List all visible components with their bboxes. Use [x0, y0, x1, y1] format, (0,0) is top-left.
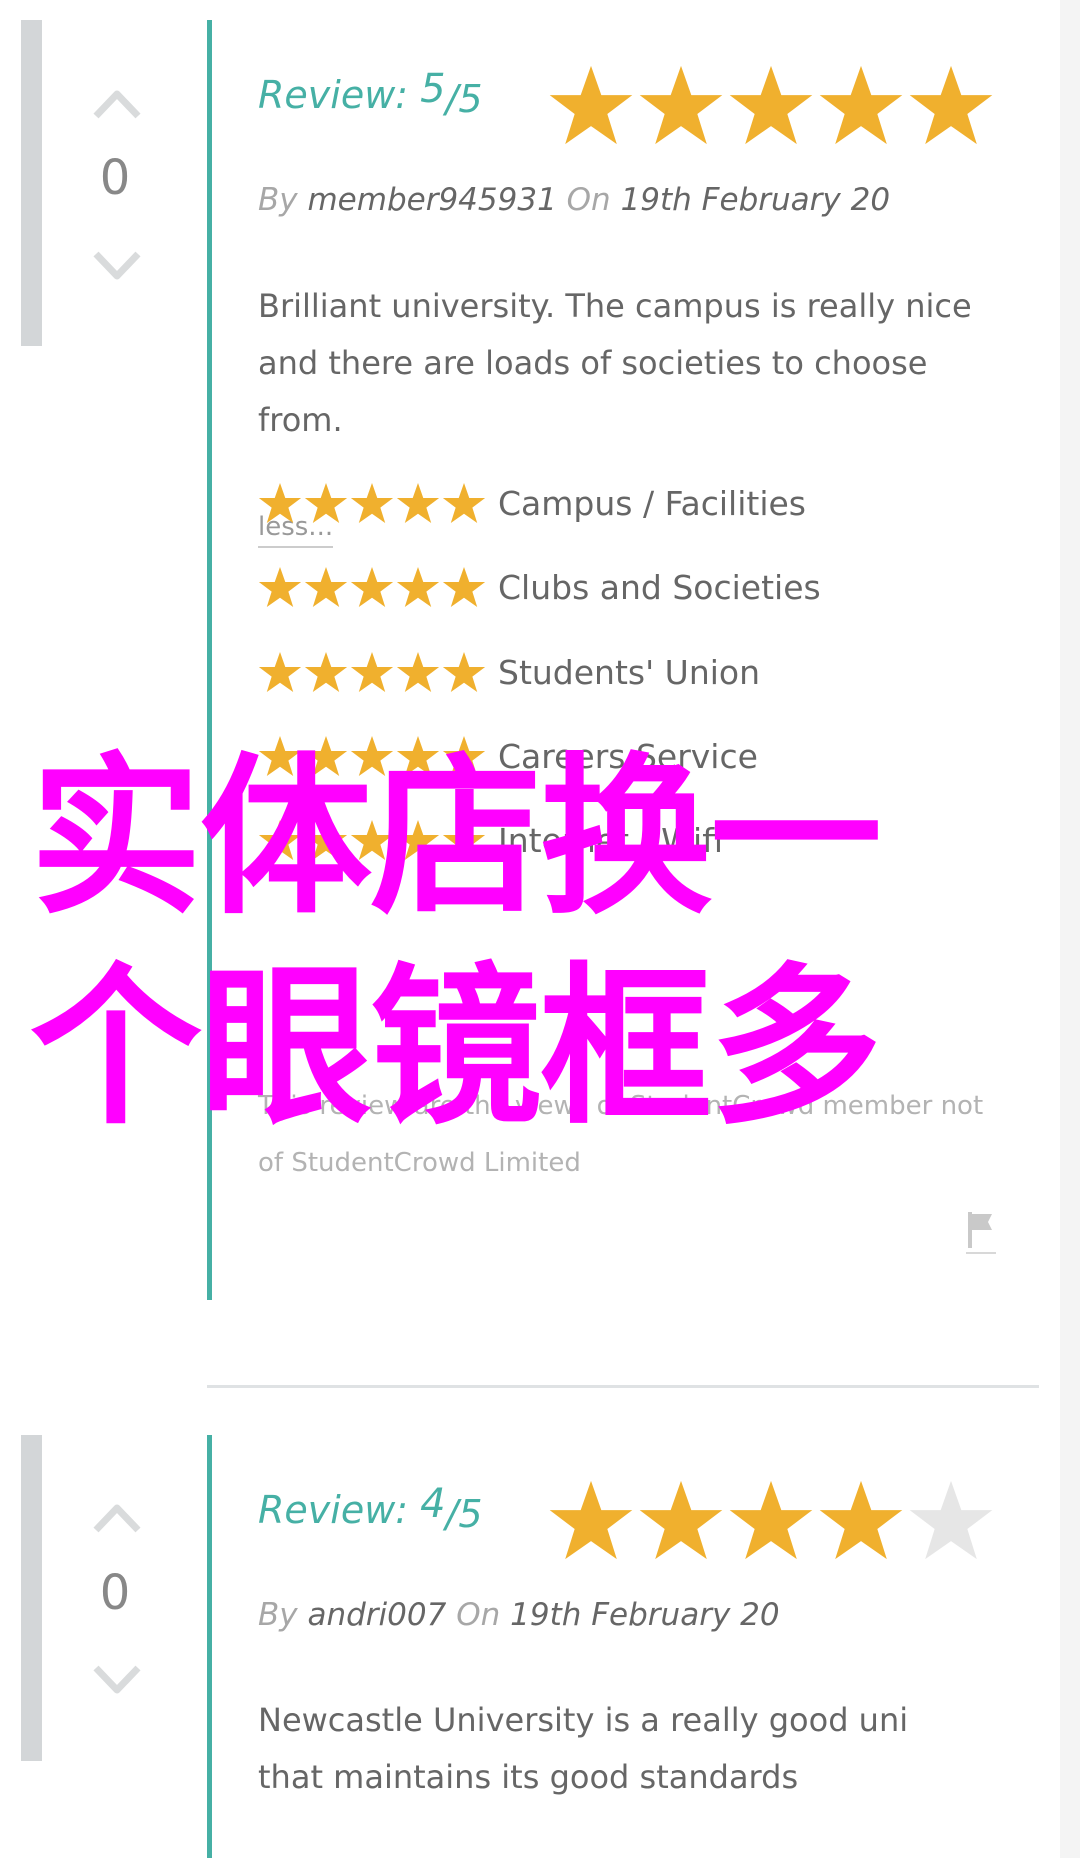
- review-date: 19th February 20: [510, 1597, 780, 1633]
- category-stars: [258, 482, 486, 524]
- star-icon: [396, 566, 440, 608]
- chevron-down-icon[interactable]: [92, 1662, 142, 1698]
- category-rating-row: Clubs and Societies: [258, 566, 821, 608]
- star-icon: [639, 65, 723, 145]
- on-label: On: [566, 182, 611, 218]
- review-score-title: Review: 5/5: [258, 66, 483, 121]
- star-icon: [909, 1480, 993, 1560]
- chevron-down-icon[interactable]: [92, 248, 142, 284]
- review-byline: By andri007 On 19th February 20: [258, 1597, 780, 1633]
- page: 0 Review: 5/5 By member945931 On 19th Feb…: [0, 0, 1060, 1858]
- star-icon: [819, 1480, 903, 1560]
- review-label: Review:: [258, 73, 409, 117]
- review-author[interactable]: member945931: [307, 182, 556, 218]
- star-icon: [819, 65, 903, 145]
- star-icon: [396, 482, 440, 524]
- star-icon: [258, 482, 302, 524]
- chevron-up-icon[interactable]: [92, 86, 142, 122]
- star-icon: [909, 65, 993, 145]
- review-out-of: /5: [445, 1492, 483, 1536]
- star-icon: [639, 1480, 723, 1560]
- star-icon: [549, 65, 633, 145]
- category-rating-row: Students' Union: [258, 651, 760, 693]
- star-icon: [350, 651, 394, 693]
- review-score: 4: [420, 1481, 446, 1527]
- vote-count: 0: [99, 1565, 131, 1621]
- flag-icon[interactable]: [966, 1210, 996, 1256]
- star-icon: [304, 482, 348, 524]
- review-score-title: Review: 4/5: [258, 1481, 483, 1536]
- star-icon: [350, 566, 394, 608]
- review-out-of: /5: [445, 77, 483, 121]
- overlay-text-line: 个眼镜框多: [30, 947, 882, 1148]
- vote-bar: [21, 20, 42, 346]
- overall-rating-stars: [548, 64, 994, 146]
- category-label: Students' Union: [498, 652, 761, 692]
- review-text: Brilliant university. The campus is real…: [258, 287, 972, 439]
- review-score: 5: [420, 66, 446, 112]
- review-label: Review:: [258, 1488, 409, 1532]
- review-date: 19th February 20: [620, 182, 891, 218]
- star-icon: [442, 651, 486, 693]
- by-label: By: [258, 182, 298, 218]
- review-text: Newcastle University is a really good un…: [258, 1701, 909, 1796]
- review-byline: By member945931 On 19th February 20: [258, 182, 890, 218]
- review-separator: [207, 1385, 1039, 1388]
- star-icon: [729, 65, 813, 145]
- star-icon: [442, 482, 486, 524]
- star-icon: [304, 566, 348, 608]
- category-label: Campus / Facilities: [498, 483, 806, 523]
- overlay-text-line: 实体店换一: [30, 737, 882, 938]
- category-stars: [258, 566, 486, 608]
- vote-count: 0: [99, 150, 131, 206]
- category-rating-row: Campus / Facilities: [258, 482, 806, 524]
- chevron-up-icon[interactable]: [92, 1500, 142, 1536]
- star-icon: [258, 651, 302, 693]
- star-icon: [304, 651, 348, 693]
- by-label: By: [258, 1597, 298, 1633]
- on-label: On: [456, 1597, 501, 1633]
- star-icon: [258, 566, 302, 608]
- review-accent-line: [207, 1435, 212, 1858]
- star-icon: [729, 1480, 813, 1560]
- star-icon: [396, 651, 440, 693]
- overall-rating-stars: [548, 1479, 994, 1561]
- star-icon: [442, 566, 486, 608]
- star-icon: [549, 1480, 633, 1560]
- vote-bar: [21, 1435, 42, 1761]
- category-label: Clubs and Societies: [498, 567, 821, 607]
- star-icon: [350, 482, 394, 524]
- category-stars: [258, 651, 486, 693]
- review-author[interactable]: andri007: [307, 1597, 446, 1633]
